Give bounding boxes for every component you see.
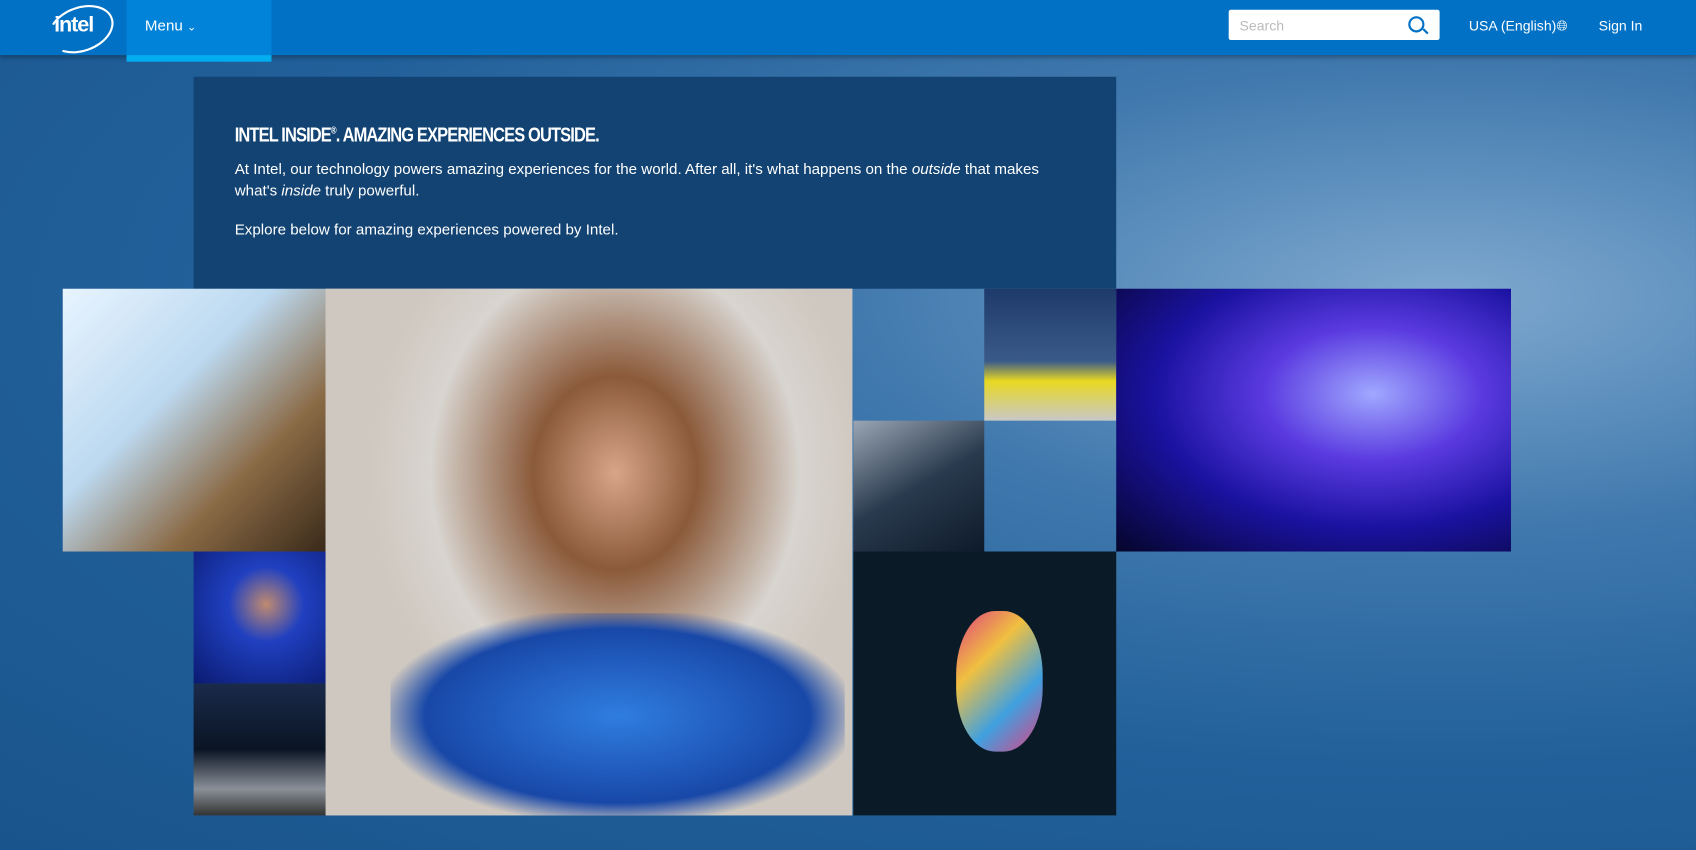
- hero-title: INTEL INSIDE®. AMAZING EXPERIENCES OUTSI…: [234, 124, 600, 148]
- tile-fashion-model[interactable]: [325, 288, 853, 816]
- hero-explore: Explore below for amazing experiences po…: [234, 220, 619, 238]
- menu-label: Menu: [144, 16, 183, 34]
- intel-logo[interactable]: intel: [54, 13, 94, 38]
- menu-button[interactable]: Menu ⌄: [126, 0, 272, 62]
- tile-face-projection[interactable]: [853, 551, 1117, 816]
- hero-panel: INTEL INSIDE®. AMAZING EXPERIENCES OUTSI…: [193, 76, 1117, 289]
- tile-dancer[interactable]: [1116, 288, 1511, 552]
- search-icon[interactable]: [1408, 16, 1425, 33]
- sign-in-link[interactable]: Sign In: [1599, 17, 1643, 33]
- chevron-down-icon: ⌄: [187, 21, 197, 34]
- hero-intro: At Intel, our technology powers amazing …: [234, 160, 1039, 199]
- globe-icon: 🌐︎: [1556, 17, 1568, 34]
- tile-solar-car[interactable]: [984, 288, 1117, 421]
- page: intel Menu ⌄ USA (English)🌐︎ Sign In INT…: [0, 0, 1696, 850]
- tile-turntable[interactable]: [193, 683, 326, 816]
- locale-selector[interactable]: USA (English)🌐︎: [1469, 17, 1568, 34]
- tile-dj-performer[interactable]: [193, 551, 326, 684]
- top-nav: intel Menu ⌄ USA (English)🌐︎ Sign In: [0, 0, 1696, 63]
- tile-bmx-rider[interactable]: [62, 288, 326, 552]
- tile-intel-edison[interactable]: [853, 420, 985, 552]
- locale-label: USA (English): [1468, 17, 1557, 34]
